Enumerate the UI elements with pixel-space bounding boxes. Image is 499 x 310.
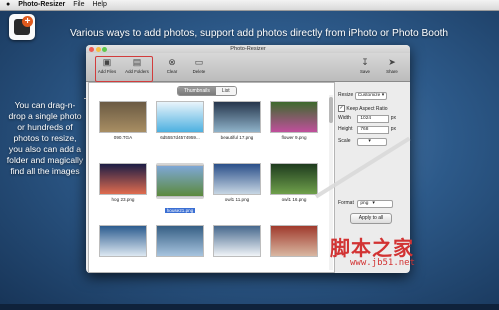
scale-row: Scale ▾ — [338, 138, 388, 146]
tab-list[interactable]: List — [215, 87, 236, 95]
keep-aspect-row: ✓ Keep Aspect Ratio — [338, 105, 388, 112]
thumbnail-image — [99, 225, 147, 257]
format-label: Format — [338, 200, 354, 206]
width-row: Width 1024 px — [338, 115, 396, 123]
scrollbar-thumb[interactable] — [329, 97, 333, 123]
thumbnail-item[interactable]: owl1 16.png — [270, 163, 318, 202]
menu-app-name[interactable]: Photo-Resizer — [18, 1, 65, 8]
thumbnail-image — [99, 101, 147, 133]
thumbnail-caption: owl1 11.png — [224, 197, 250, 202]
thumbnail-image — [270, 101, 318, 133]
thumbnail-caption: hog 23.png — [111, 197, 135, 202]
resize-label: Resize — [338, 92, 354, 98]
scale-label: Scale — [338, 138, 351, 144]
thumbnail-item[interactable]: 6d5557d4574959... — [156, 101, 204, 140]
drag-drop-note: You can drag-n-drop a single photo or hu… — [6, 100, 84, 176]
format-row: Format png ▾ — [338, 200, 394, 208]
window-title: Photo-Resizer — [230, 46, 266, 52]
menu-bar: ● Photo-Resizer File Help — [0, 0, 499, 11]
thumbnail-image — [270, 163, 318, 195]
trash-icon: ▭ — [194, 57, 204, 67]
thumbnail-item[interactable] — [270, 225, 318, 259]
menu-help[interactable]: Help — [92, 1, 106, 8]
watermark-url: www.jb51.net — [350, 258, 416, 268]
photo-resizer-app-icon: + — [9, 14, 35, 40]
thumbnail-image — [213, 225, 261, 257]
thumbnail-item[interactable]: owl1 11.png — [213, 163, 261, 202]
width-input[interactable]: 1024 — [357, 115, 390, 123]
format-select[interactable]: png ▾ — [357, 200, 394, 208]
width-label: Width — [338, 115, 351, 121]
thumbnail-image — [156, 165, 204, 197]
thumbnail-image — [156, 225, 204, 257]
thumbnail-item[interactable]: beautiful 17.png — [213, 101, 261, 140]
thumbnail-item[interactable] — [99, 225, 147, 259]
share-button[interactable]: ➤ Share — [377, 56, 407, 78]
thumbnail-caption: 090.TGA — [113, 135, 133, 140]
save-icon: ↧ — [361, 57, 369, 67]
scale-select[interactable]: ▾ — [357, 138, 388, 146]
apple-menu-icon[interactable]: ● — [6, 1, 10, 8]
thumbnail-item[interactable] — [213, 225, 261, 259]
resize-mode-select[interactable]: Customize ▾ — [354, 92, 388, 100]
thumbnail-image — [99, 163, 147, 195]
clear-icon: ⊗ — [168, 57, 176, 67]
width-unit: px — [390, 115, 397, 121]
tab-thumbnails[interactable]: Thumbnails — [178, 87, 216, 95]
watermark-text: 脚本之家 — [330, 236, 414, 260]
view-switcher: Thumbnails List — [177, 86, 237, 96]
close-window-icon[interactable] — [89, 46, 94, 52]
thumbnail-item[interactable]: 090.TGA — [99, 101, 147, 140]
menu-file[interactable]: File — [73, 1, 84, 8]
delete-label: Delete — [192, 69, 206, 74]
thumbnail-item[interactable]: flower 9.png — [270, 101, 318, 140]
apply-to-all-button[interactable]: Apply to all — [350, 213, 392, 224]
thumbnail-caption: house21.png — [164, 208, 196, 213]
thumbnail-caption: flower 9.png — [281, 135, 307, 140]
height-unit: px — [390, 126, 397, 132]
share-label: Share — [386, 69, 398, 74]
height-input[interactable]: 768 — [357, 126, 390, 134]
thumbnail-gallery[interactable]: Thumbnails List 090.TGA 6d5557d4574959...… — [88, 82, 335, 273]
thumbnail-caption: 6d5557d4574959... — [160, 135, 200, 140]
keep-aspect-label: Keep Aspect Ratio — [346, 105, 388, 112]
thumbnail-item[interactable] — [156, 225, 204, 259]
height-row: Height 768 px — [338, 126, 396, 134]
add-buttons-highlight — [95, 56, 153, 82]
thumbnail-image — [213, 101, 261, 133]
clear-label: Clear — [166, 69, 178, 74]
dock-strip — [0, 304, 499, 310]
clear-button[interactable]: ⊗ Clear — [157, 56, 187, 78]
zoom-window-icon[interactable] — [102, 46, 107, 52]
thumbnail-image — [270, 225, 318, 257]
save-label: Save — [359, 69, 370, 74]
thumbnail-item[interactable]: hog 23.png — [99, 163, 147, 202]
delete-button[interactable]: ▭ Delete — [184, 56, 214, 78]
height-label: Height — [338, 126, 353, 132]
thumbnail-caption: owl1 16.png — [281, 197, 307, 202]
keep-aspect-checkbox[interactable]: ✓ — [338, 105, 345, 112]
thumbnail-item[interactable]: house21.png — [156, 163, 204, 217]
minimize-window-icon[interactable] — [95, 46, 101, 52]
resize-row: Resize Customize ▾ — [338, 92, 388, 100]
share-icon: ➤ — [388, 57, 396, 67]
thumbnail-image — [213, 163, 261, 195]
thumbnail-image — [156, 101, 204, 133]
headline-text: Various ways to add photos, support add … — [70, 28, 449, 39]
window-titlebar[interactable]: Photo-Resizer — [86, 45, 410, 53]
thumbnail-caption: beautiful 17.png — [220, 135, 254, 140]
save-button[interactable]: ↧ Save — [350, 56, 380, 78]
